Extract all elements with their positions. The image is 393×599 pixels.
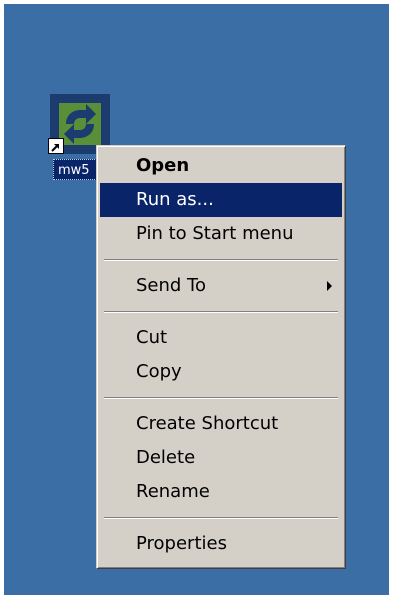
menu-separator	[100, 251, 342, 269]
shortcut-arrow-icon	[48, 138, 64, 154]
desktop[interactable]: mw5 Open Run as... Pin to Start menu Sen…	[4, 4, 389, 595]
menu-item-send-to-label: Send To	[136, 275, 207, 296]
submenu-arrow-icon	[327, 281, 332, 291]
menu-item-run-as[interactable]: Run as...	[100, 183, 342, 217]
menu-separator	[100, 303, 342, 321]
context-menu: Open Run as... Pin to Start menu Send To…	[96, 145, 346, 569]
menu-item-pin-to-start[interactable]: Pin to Start menu	[100, 217, 342, 251]
menu-item-delete[interactable]: Delete	[100, 441, 342, 475]
menu-item-open[interactable]: Open	[100, 149, 342, 183]
menu-item-copy[interactable]: Copy	[100, 355, 342, 389]
menu-item-rename[interactable]: Rename	[100, 475, 342, 509]
desktop-icon-label[interactable]: mw5	[53, 159, 97, 180]
menu-item-send-to[interactable]: Send To	[100, 269, 342, 303]
menu-separator	[100, 509, 342, 527]
menu-item-create-shortcut[interactable]: Create Shortcut	[100, 407, 342, 441]
menu-item-properties[interactable]: Properties	[100, 527, 342, 561]
menu-separator	[100, 389, 342, 407]
menu-item-cut[interactable]: Cut	[100, 321, 342, 355]
